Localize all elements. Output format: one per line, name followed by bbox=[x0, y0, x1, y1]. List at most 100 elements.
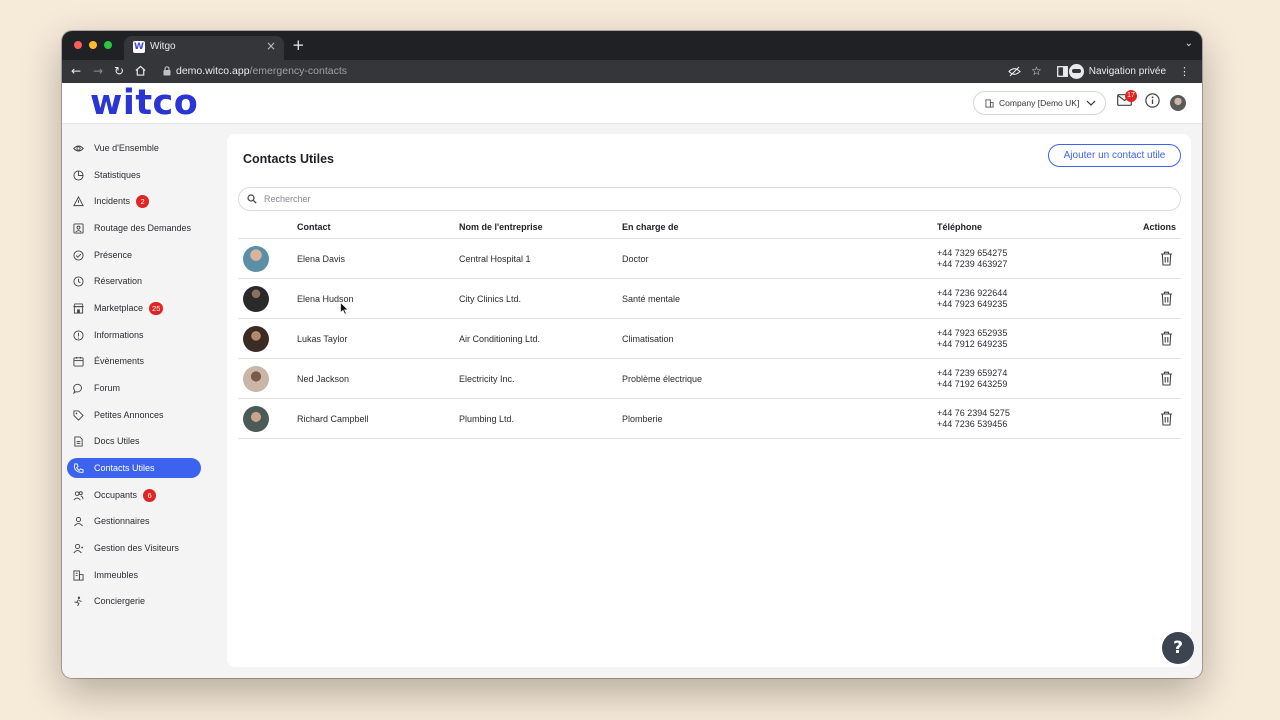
sidebar-item-incidents[interactable]: Incidents 2 bbox=[67, 191, 201, 211]
sidebar-item-presence[interactable]: Présence bbox=[67, 245, 201, 265]
phone-primary: +44 7923 652935 bbox=[937, 328, 1008, 338]
minimize-window-button[interactable] bbox=[89, 41, 97, 49]
sidebar-item-label: Routage des Demandes bbox=[94, 223, 192, 233]
search-bar[interactable] bbox=[238, 187, 1181, 211]
eye-icon bbox=[73, 145, 84, 151]
private-browsing-label: Navigation privée bbox=[1088, 65, 1166, 77]
trash-icon[interactable] bbox=[1160, 331, 1173, 346]
sidebar-item-label: Vue d'Ensemble bbox=[94, 143, 159, 153]
bookmark-star-icon[interactable]: ☆ bbox=[1031, 63, 1042, 79]
sidebar-item-label: Présence bbox=[94, 250, 133, 260]
contact-name: Ned Jackson bbox=[297, 374, 350, 384]
help-button[interactable]: ? bbox=[1162, 632, 1194, 664]
forward-arrow-icon[interactable]: → bbox=[93, 63, 103, 79]
sidebar-item-label: Occupants bbox=[94, 490, 138, 500]
contact-avatar bbox=[243, 406, 269, 432]
reload-icon[interactable]: ↻ bbox=[114, 63, 124, 79]
witco-logo[interactable]: witco bbox=[90, 83, 198, 123]
side-panel-icon[interactable] bbox=[1057, 66, 1068, 77]
occupants-badge: 6 bbox=[143, 488, 157, 502]
sidebar-item-routage[interactable]: Routage des Demandes bbox=[67, 218, 201, 238]
sidebar-item-gestion-visiteurs[interactable]: Gestion des Visiteurs bbox=[67, 538, 201, 558]
table-row[interactable]: Richard Campbell Plumbing Ltd. Plomberie… bbox=[238, 399, 1181, 439]
sidebar-item-label: Forum bbox=[94, 383, 121, 393]
eye-off-icon[interactable] bbox=[1008, 66, 1021, 77]
add-contact-button[interactable]: Ajouter un contact utile bbox=[1048, 144, 1181, 167]
search-input[interactable] bbox=[264, 194, 1144, 204]
new-tab-button[interactable]: + bbox=[292, 36, 305, 54]
warning-icon bbox=[73, 195, 84, 206]
contact-company: Electricity Inc. bbox=[459, 374, 515, 384]
sidebar-item-vue-ensemble[interactable]: Vue d'Ensemble bbox=[67, 138, 201, 158]
sidebar-item-marketplace[interactable]: Marketplace 25 bbox=[67, 298, 201, 318]
tag-icon bbox=[73, 409, 84, 421]
contact-in-charge: Plomberie bbox=[622, 414, 663, 424]
sidebar-item-petites-annonces[interactable]: Petites Annonces bbox=[67, 405, 201, 425]
sidebar-item-conciergerie[interactable]: Conciergerie bbox=[67, 591, 201, 611]
sidebar-item-occupants[interactable]: Occupants 6 bbox=[67, 485, 201, 505]
table-row[interactable]: Ned Jackson Electricity Inc. Problème él… bbox=[238, 359, 1181, 399]
sidebar-item-immeubles[interactable]: Immeubles bbox=[67, 565, 201, 585]
column-header-contact[interactable]: Contact bbox=[297, 222, 331, 232]
back-arrow-icon[interactable]: ← bbox=[71, 63, 81, 79]
contact-company: City Clinics Ltd. bbox=[459, 294, 522, 304]
tab-search-chevron-icon[interactable]: ⌄ bbox=[1185, 38, 1193, 49]
contact-avatar bbox=[243, 366, 269, 392]
sidebar-item-label: Informations bbox=[94, 330, 144, 340]
browser-menu-icon[interactable]: ⋮ bbox=[1179, 65, 1190, 78]
info-icon bbox=[73, 329, 84, 341]
mail-badge: 17 bbox=[1125, 90, 1137, 102]
maximize-window-button[interactable] bbox=[104, 41, 112, 49]
user-icon bbox=[74, 516, 83, 526]
info-icon[interactable] bbox=[1145, 93, 1160, 108]
sidebar-item-evenements[interactable]: Évènements bbox=[67, 351, 201, 371]
sidebar-item-gestionnaires[interactable]: Gestionnaires bbox=[67, 511, 201, 531]
contact-company: Air Conditioning Ltd. bbox=[459, 334, 541, 344]
table-header: Contact Nom de l'entreprise En charge de… bbox=[238, 218, 1181, 239]
sidebar-item-label: Petites Annonces bbox=[94, 410, 164, 420]
column-header-in-charge[interactable]: En charge de bbox=[622, 222, 679, 232]
lock-icon bbox=[163, 66, 171, 76]
trash-icon[interactable] bbox=[1160, 411, 1173, 426]
address-bar[interactable]: demo.witco.app/emergency-contacts bbox=[176, 63, 347, 79]
trash-icon[interactable] bbox=[1160, 291, 1173, 306]
incognito-icon bbox=[1068, 63, 1084, 79]
trash-icon[interactable] bbox=[1160, 371, 1173, 386]
phone-secondary: +44 7912 649235 bbox=[937, 339, 1008, 349]
table-row[interactable]: Lukas Taylor Air Conditioning Ltd. Clima… bbox=[238, 319, 1181, 359]
routing-icon bbox=[73, 222, 84, 234]
sidebar-item-label: Gestionnaires bbox=[94, 516, 150, 526]
browser-window: W Witgo × + ⌄ ← → ↻ demo.witco.app/emerg… bbox=[62, 31, 1202, 678]
trash-icon[interactable] bbox=[1160, 251, 1173, 266]
sidebar-item-reservation[interactable]: Réservation bbox=[67, 271, 201, 291]
column-header-actions: Actions bbox=[1143, 222, 1177, 232]
sidebar-item-informations[interactable]: Informations bbox=[67, 325, 201, 345]
sidebar-item-docs-utiles[interactable]: Docs Utiles bbox=[67, 431, 201, 451]
home-icon[interactable] bbox=[135, 65, 146, 76]
sidebar-item-contacts-utiles[interactable]: Contacts Utiles bbox=[67, 458, 201, 478]
column-header-company[interactable]: Nom de l'entreprise bbox=[459, 222, 543, 232]
sidebar-item-label: Conciergerie bbox=[94, 596, 146, 606]
browser-tab-strip: W Witgo × + ⌄ bbox=[62, 31, 1202, 60]
sidebar-item-statistiques[interactable]: Statistiques bbox=[67, 165, 201, 185]
browser-tab-witgo[interactable]: W Witgo × bbox=[124, 36, 284, 60]
company-select-value: Company [Demo UK] bbox=[999, 98, 1080, 108]
phone-secondary: +44 7239 463927 bbox=[937, 259, 1008, 269]
user-avatar[interactable] bbox=[1170, 95, 1186, 111]
private-browsing-indicator[interactable]: Navigation privée ⋮ bbox=[1068, 61, 1190, 81]
contact-phones: +44 76 2394 5275 +44 7236 539456 bbox=[937, 408, 1010, 430]
sidebar-item-label: Statistiques bbox=[94, 170, 141, 180]
tab-close-icon[interactable]: × bbox=[266, 39, 276, 53]
store-icon bbox=[73, 302, 84, 314]
phone-secondary: +44 7923 649235 bbox=[937, 299, 1008, 309]
company-select[interactable]: Company [Demo UK] bbox=[973, 91, 1106, 115]
contact-phones: +44 7923 652935 +44 7912 649235 bbox=[937, 328, 1007, 350]
url-host: demo.witco.app bbox=[176, 65, 250, 77]
contact-avatar bbox=[243, 246, 269, 272]
table-row[interactable]: Elena Hudson City Clinics Ltd. Santé men… bbox=[238, 279, 1181, 319]
column-header-phone[interactable]: Téléphone bbox=[937, 222, 982, 232]
phone-secondary: +44 7192 643259 bbox=[937, 379, 1008, 389]
table-row[interactable]: Elena Davis Central Hospital 1 Doctor +4… bbox=[238, 239, 1181, 279]
close-window-button[interactable] bbox=[74, 41, 82, 49]
sidebar-item-forum[interactable]: Forum bbox=[67, 378, 201, 398]
